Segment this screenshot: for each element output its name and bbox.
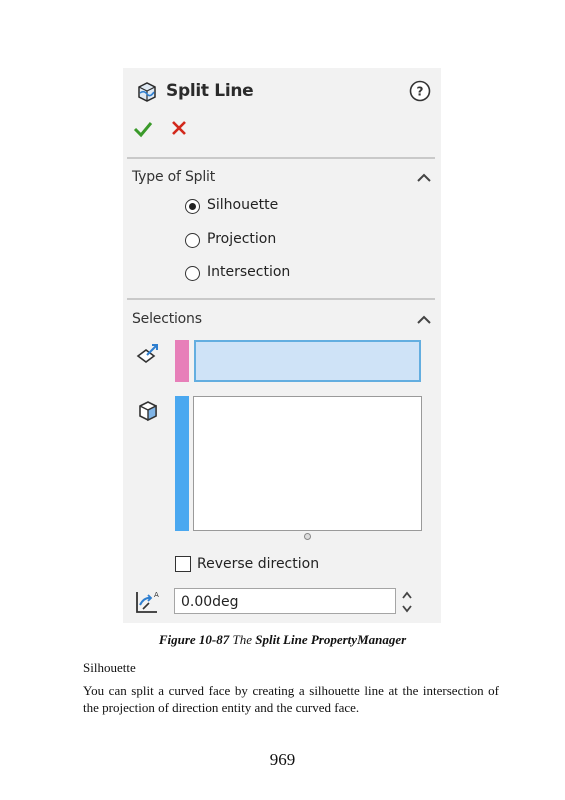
spinner-arrows-icon[interactable] bbox=[400, 589, 414, 615]
direction-color-bar bbox=[175, 340, 189, 382]
radio-label: Silhouette bbox=[207, 197, 279, 213]
svg-text:?: ? bbox=[417, 85, 424, 99]
property-manager-title: Split Line bbox=[166, 81, 254, 101]
faces-color-bar bbox=[175, 396, 189, 531]
resize-handle[interactable] bbox=[304, 533, 311, 540]
body-paragraph: You can split a curved face by creating … bbox=[83, 683, 499, 715]
chevron-up-icon[interactable] bbox=[417, 173, 431, 183]
svg-text:A: A bbox=[154, 591, 159, 599]
radio-label: Intersection bbox=[207, 264, 291, 280]
split-line-icon bbox=[138, 82, 156, 102]
reverse-direction-label: Reverse direction bbox=[197, 556, 320, 572]
close-icon[interactable] bbox=[171, 120, 187, 136]
radio-label: Projection bbox=[207, 231, 277, 247]
selections-title[interactable]: Selections bbox=[132, 311, 202, 327]
reverse-direction-checkbox[interactable] bbox=[175, 556, 191, 572]
direction-of-projection-icon bbox=[136, 344, 158, 363]
figure-number: Figure 10-87 bbox=[158, 632, 230, 647]
face-icon bbox=[139, 401, 157, 422]
angle-input[interactable] bbox=[174, 588, 396, 614]
figure-caption-the: The bbox=[232, 632, 252, 647]
help-icon[interactable]: ? bbox=[409, 80, 431, 102]
figure-caption-name: Split Line PropertyManager bbox=[255, 632, 407, 647]
section-heading: Silhouette bbox=[83, 660, 136, 675]
section-divider bbox=[127, 157, 435, 159]
chevron-up-icon[interactable] bbox=[417, 315, 431, 325]
direction-selection-box[interactable] bbox=[194, 340, 421, 382]
property-manager-header: Split Line ? bbox=[135, 78, 431, 108]
radio-button[interactable] bbox=[185, 266, 200, 281]
radio-button[interactable] bbox=[185, 199, 200, 214]
angle-icon: A bbox=[136, 591, 159, 613]
split-line-property-manager: Split Line ? Type of Split Silhouette Pr… bbox=[123, 68, 441, 623]
faces-selection-box[interactable] bbox=[193, 396, 422, 531]
figure-caption: Figure 10-87 The Split Line PropertyMana… bbox=[0, 632, 565, 648]
radio-button[interactable] bbox=[185, 233, 200, 248]
type-of-split-title[interactable]: Type of Split bbox=[132, 169, 215, 185]
checkmark-icon[interactable] bbox=[133, 120, 153, 138]
section-divider bbox=[127, 298, 435, 300]
page-number: 969 bbox=[269, 750, 296, 769]
